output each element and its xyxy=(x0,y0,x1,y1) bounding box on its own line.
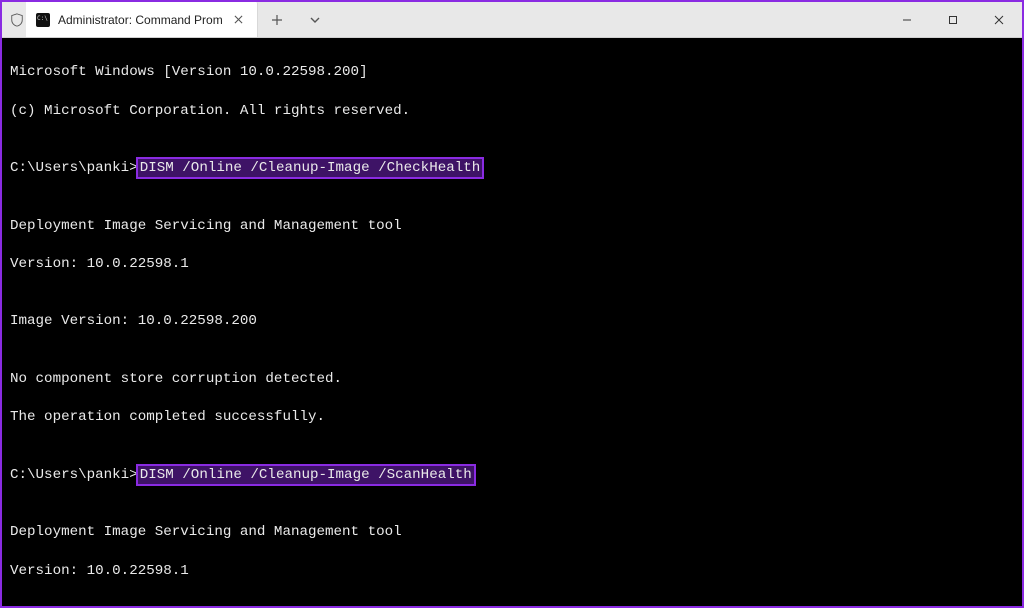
output-line: Image Version: 10.0.22598.200 xyxy=(10,312,1014,331)
command-highlight: DISM /Online /Cleanup-Image /ScanHealth xyxy=(138,466,474,484)
output-line: Version: 10.0.22598.1 xyxy=(10,562,1014,581)
tab-title: Administrator: Command Prom xyxy=(58,13,223,27)
command-highlight: DISM /Online /Cleanup-Image /CheckHealth xyxy=(138,159,483,177)
output-line: The operation completed successfully. xyxy=(10,408,1014,427)
output-line: Deployment Image Servicing and Managemen… xyxy=(10,217,1014,236)
window-titlebar: Administrator: Command Prom xyxy=(2,2,1022,38)
prompt-line: C:\Users\panki>DISM /Online /Cleanup-Ima… xyxy=(10,466,1014,485)
terminal-output[interactable]: Microsoft Windows [Version 10.0.22598.20… xyxy=(2,38,1022,606)
prompt-prefix: C:\Users\panki> xyxy=(10,160,138,176)
close-window-button[interactable] xyxy=(976,2,1022,37)
titlebar-drag-region[interactable] xyxy=(334,2,884,37)
close-tab-button[interactable] xyxy=(231,12,247,28)
prompt-line: C:\Users\panki>DISM /Online /Cleanup-Ima… xyxy=(10,159,1014,178)
window-controls xyxy=(884,2,1022,37)
minimize-button[interactable] xyxy=(884,2,930,37)
output-line: Deployment Image Servicing and Managemen… xyxy=(10,523,1014,542)
output-line: Microsoft Windows [Version 10.0.22598.20… xyxy=(10,63,1014,82)
shield-icon xyxy=(2,2,26,37)
maximize-button[interactable] xyxy=(930,2,976,37)
window-tab[interactable]: Administrator: Command Prom xyxy=(26,2,258,37)
cmd-icon xyxy=(36,13,50,27)
new-tab-button[interactable] xyxy=(258,2,296,37)
tab-dropdown-button[interactable] xyxy=(296,2,334,37)
output-line: No component store corruption detected. xyxy=(10,370,1014,389)
output-line: (c) Microsoft Corporation. All rights re… xyxy=(10,102,1014,121)
prompt-prefix: C:\Users\panki> xyxy=(10,467,138,483)
output-line: Version: 10.0.22598.1 xyxy=(10,255,1014,274)
